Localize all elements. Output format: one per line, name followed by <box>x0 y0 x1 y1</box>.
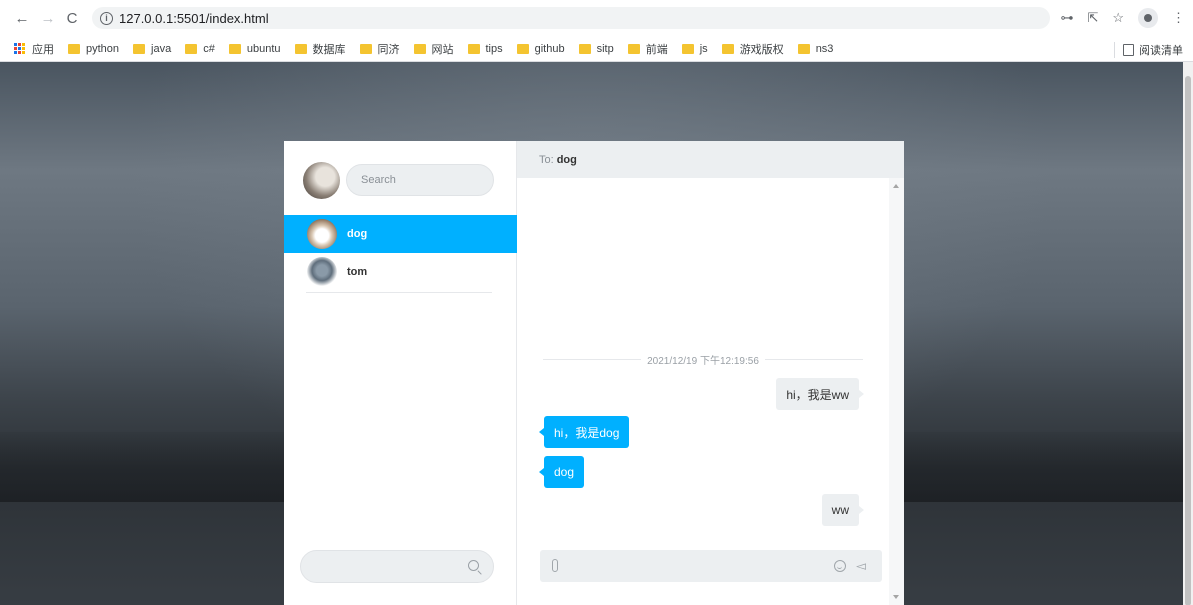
bookmark-folder[interactable]: 数据库 <box>294 41 346 57</box>
bookmark-folder[interactable]: ubuntu <box>228 43 281 55</box>
contact-item-dog[interactable]: dog <box>284 215 517 253</box>
folder-icon <box>721 43 734 54</box>
page-scrollbar[interactable] <box>1183 62 1193 605</box>
bookmark-folder[interactable]: js <box>681 43 708 55</box>
divider <box>306 292 492 293</box>
bookmark-folder[interactable]: 游戏版权 <box>721 41 784 57</box>
url-text: 127.0.0.1:5501/index.html <box>119 10 269 26</box>
folder-icon <box>681 43 694 54</box>
forward-icon[interactable]: → <box>38 8 58 28</box>
folder-icon <box>797 43 810 54</box>
reading-list-button[interactable]: 阅读清单 <box>1114 42 1183 58</box>
scroll-down-icon[interactable] <box>893 595 899 599</box>
recipient-name: dog <box>556 153 577 166</box>
star-icon[interactable]: ☆ <box>1112 10 1124 26</box>
bookmark-folder[interactable]: java <box>133 43 171 55</box>
reading-list-icon <box>1123 44 1134 56</box>
send-icon[interactable]: ◅ <box>856 559 870 573</box>
bookmark-folder[interactable]: python <box>68 43 119 55</box>
folder-icon <box>228 43 241 54</box>
folder-icon <box>516 43 529 54</box>
folder-icon <box>185 43 198 54</box>
page-scrollbar-thumb[interactable] <box>1185 76 1191 605</box>
message-bubble-sent: hi，我是ww <box>776 378 864 410</box>
apps-grid-icon <box>14 42 26 55</box>
folder-icon <box>467 43 480 54</box>
bookmark-folder[interactable]: tips <box>467 43 503 55</box>
folder-icon <box>359 43 372 54</box>
bookmark-folder[interactable]: c# <box>185 43 215 55</box>
folder-icon <box>133 43 146 54</box>
emoji-icon[interactable] <box>834 560 846 572</box>
address-bar[interactable]: i 127.0.0.1:5501/index.html <box>92 7 1050 29</box>
contact-name: dog <box>347 228 368 240</box>
bookmarks-bar: 应用 python java c# ubuntu 数据库 同济 网站 tips … <box>0 36 1193 62</box>
bookmark-folder[interactable]: ns3 <box>797 43 833 55</box>
bookmark-folder[interactable]: 网站 <box>413 41 454 57</box>
conversation-panel: To: dog 2021/12/19 下午12:19:56 hi，我是ww hi… <box>517 141 904 605</box>
attachment-icon[interactable] <box>552 559 558 572</box>
bookmark-folder[interactable]: 前端 <box>627 41 668 57</box>
conversation-header: To: dog <box>517 141 904 178</box>
folder-icon <box>578 43 591 54</box>
avatar <box>307 219 337 249</box>
bookmark-apps[interactable]: 应用 <box>14 41 54 57</box>
contacts-panel: Search dog tom <box>284 141 517 605</box>
message-bubble-received: dog <box>538 456 585 488</box>
message-bubble-sent: ww <box>821 494 865 526</box>
bookmark-folder[interactable]: sitp <box>578 43 614 55</box>
reload-icon[interactable]: C <box>62 8 82 28</box>
message-list: 2021/12/19 下午12:19:56 hi，我是ww hi，我是dog d… <box>517 178 889 605</box>
browser-toolbar: ← → C i 127.0.0.1:5501/index.html ⊶ ⇱ ☆ … <box>0 0 1193 36</box>
key-icon[interactable]: ⊶ <box>1060 10 1073 26</box>
folder-icon <box>627 43 640 54</box>
info-icon[interactable]: i <box>100 11 113 25</box>
bookmark-folder[interactable]: 同济 <box>359 41 400 57</box>
message-input[interactable]: ◅ <box>540 550 882 582</box>
menu-icon[interactable]: ⋮ <box>1172 10 1185 26</box>
share-icon[interactable]: ⇱ <box>1087 10 1098 26</box>
message-bubble-received: hi，我是dog <box>538 416 630 448</box>
contact-search-input[interactable]: Search <box>346 164 494 196</box>
chat-app: Search dog tom To: dog 2021/12/19 下午12:1… <box>284 141 904 605</box>
message-timestamp: 2021/12/19 下午12:19:56 <box>543 352 864 367</box>
scroll-up-icon[interactable] <box>893 184 899 188</box>
to-label: To: <box>539 153 554 166</box>
folder-icon <box>68 43 80 54</box>
contact-item-tom[interactable]: tom <box>284 253 517 291</box>
search-icon[interactable] <box>468 560 479 571</box>
folder-icon <box>413 43 426 54</box>
message-scrollbar[interactable] <box>889 178 904 605</box>
bottom-search-input[interactable] <box>300 550 494 583</box>
contact-name: tom <box>347 266 368 278</box>
profile-icon[interactable] <box>1138 8 1158 28</box>
folder-icon <box>294 43 307 54</box>
back-icon[interactable]: ← <box>12 8 32 28</box>
bookmark-folder[interactable]: github <box>516 43 565 55</box>
avatar <box>307 257 337 287</box>
my-avatar[interactable] <box>303 162 340 199</box>
